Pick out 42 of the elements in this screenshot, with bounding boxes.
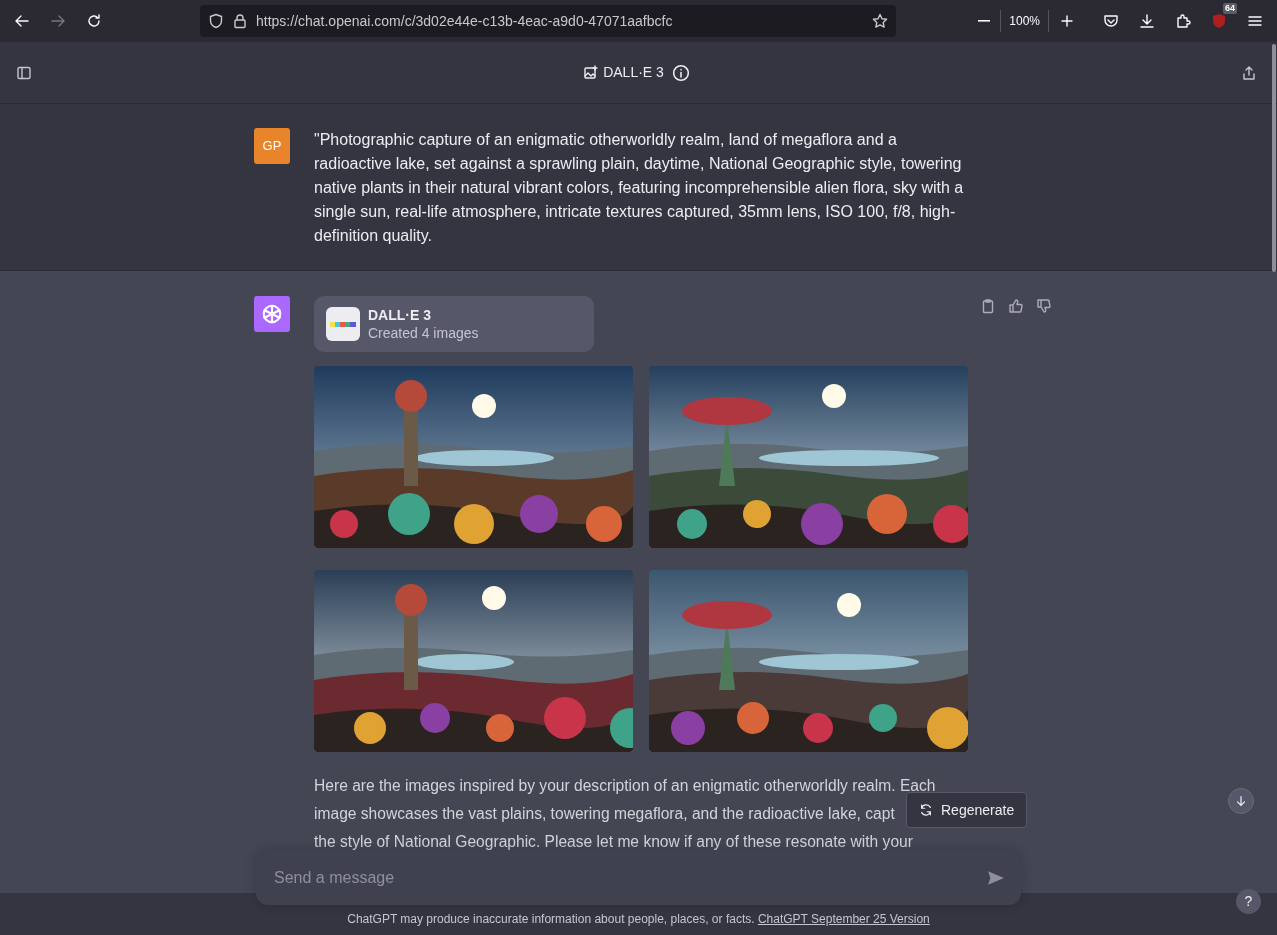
- clipboard-icon[interactable]: [980, 298, 996, 314]
- color-bar-icon: [330, 321, 356, 327]
- shield-icon: [208, 13, 224, 29]
- message-input[interactable]: Send a message: [272, 864, 987, 891]
- back-icon: [14, 13, 30, 29]
- refresh-icon: [919, 803, 933, 817]
- notification-count: 64: [1223, 3, 1237, 14]
- knot-logo-icon: [260, 302, 284, 326]
- tool-name: DALL·E 3: [368, 306, 432, 324]
- thumbs-down-icon[interactable]: [1036, 298, 1052, 314]
- send-icon[interactable]: [987, 868, 1005, 887]
- lock-icon: [232, 13, 248, 29]
- regenerate-button[interactable]: Regenerate: [906, 792, 1028, 828]
- message-text: the style of National Geographic. Please let me know if any of these resonate with your: [314, 832, 913, 852]
- menu-icon: [1247, 13, 1263, 29]
- address-bar[interactable]: https://chat.openai.com/c/3d02e44e-c13b-4eac-a9d0-47071aafbcfc: [200, 5, 896, 37]
- shield-extension-icon: [1211, 13, 1227, 29]
- puzzle-icon: [1175, 13, 1191, 29]
- message-text: "Photographic capture of an enigmatic otherworldly realm, land of megaflora and a radioactive lake, set against a sprawling plain, daytime, National Geographic style, towering native plants in their natural vibrant colors, featuring incomprehensible alien flora, sky with a single sun, real-life atmosphere, intricate textures captured, 35mm lens, ISO 100, f/8, high-definition quality.: [314, 130, 965, 246]
- share-icon: [1241, 64, 1257, 81]
- info-icon[interactable]: [671, 63, 690, 82]
- disclaimer-text: ChatGPT may produce inaccurate information about people, places, or facts. ChatGPT September 25 Version: [347, 912, 930, 926]
- scrollbar[interactable]: [1272, 44, 1276, 272]
- minus-icon: [978, 20, 991, 22]
- user-avatar: GP: [254, 128, 290, 164]
- download-icon: [1139, 13, 1155, 29]
- thumbs-up-icon[interactable]: [1008, 298, 1024, 314]
- plus-icon: [1059, 13, 1075, 29]
- pocket-icon: [1103, 13, 1119, 29]
- message-text: image showcases the vast plains, towering megaflora, and the radioactive lake, capt: [314, 804, 895, 824]
- tool-card[interactable]: DALL·E 3 Created 4 images: [314, 296, 594, 352]
- message-field[interactable]: Send a message: [256, 850, 1021, 905]
- zoom-level[interactable]: 100%: [1000, 10, 1049, 32]
- star-icon[interactable]: [872, 13, 888, 29]
- image-plus-icon: [583, 64, 600, 81]
- reload-icon: [86, 13, 102, 29]
- chat-title: DALL·E 3: [603, 63, 664, 82]
- version-link[interactable]: ChatGPT September 25 Version: [757, 912, 930, 926]
- tool-status: Created 4 images: [368, 324, 479, 342]
- arrow-down-icon: [1234, 794, 1248, 808]
- sidebar-icon: [16, 64, 32, 81]
- forward-icon: [50, 13, 66, 29]
